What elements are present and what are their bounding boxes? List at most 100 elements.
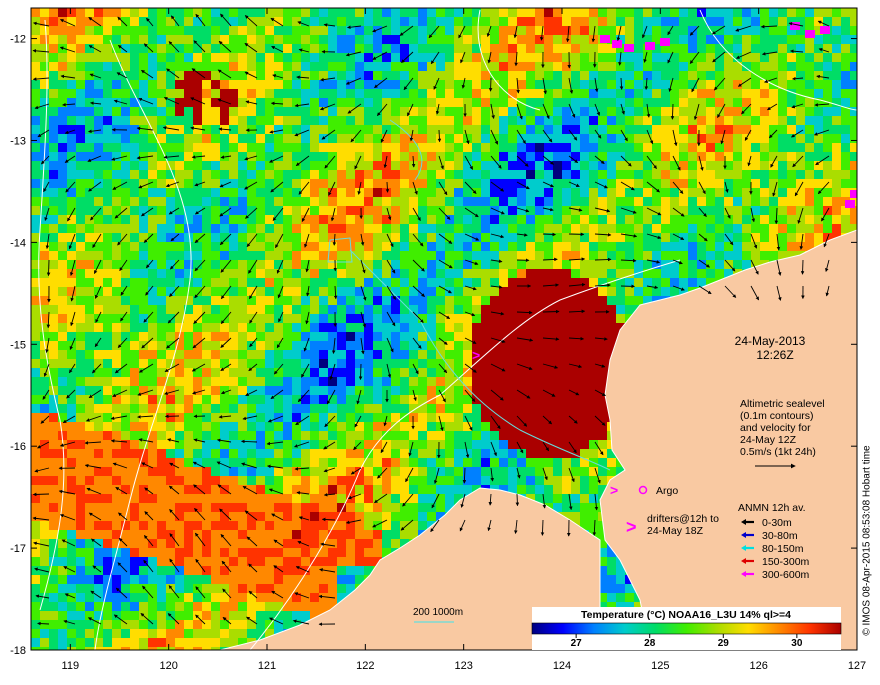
- sst-pixel: [256, 242, 265, 251]
- sst-pixel: [355, 53, 364, 62]
- sst-pixel: [625, 8, 634, 17]
- sst-pixel: [220, 53, 229, 62]
- sst-pixel: [679, 17, 688, 26]
- sst-pixel: [301, 62, 310, 71]
- sst-pixel: [553, 305, 562, 314]
- sst-pixel: [121, 215, 130, 224]
- sst-pixel: [787, 215, 796, 224]
- sst-pixel: [238, 386, 247, 395]
- sst-pixel: [535, 188, 544, 197]
- sst-pixel: [382, 287, 391, 296]
- sst-pixel: [850, 170, 857, 179]
- sst-pixel: [544, 458, 553, 467]
- sst-pixel: [238, 80, 247, 89]
- sst-pixel: [283, 467, 292, 476]
- sst-pixel: [94, 404, 103, 413]
- sst-pixel: [688, 8, 697, 17]
- sst-pixel: [355, 44, 364, 53]
- sst-pixel: [688, 215, 697, 224]
- sst-pixel: [688, 170, 697, 179]
- sst-pixel: [238, 359, 247, 368]
- sst-pixel: [787, 170, 796, 179]
- sst-pixel: [427, 485, 436, 494]
- sst-pixel: [508, 413, 517, 422]
- sst-pixel: [121, 233, 130, 242]
- sst-pixel: [571, 143, 580, 152]
- sst-pixel: [337, 422, 346, 431]
- sst-pixel: [364, 413, 373, 422]
- sst-pixel: [760, 17, 769, 26]
- sst-pixel: [373, 413, 382, 422]
- sst-pixel: [139, 251, 148, 260]
- sst-pixel: [499, 251, 508, 260]
- sst-pixel: [517, 377, 526, 386]
- sst-pixel: [643, 8, 652, 17]
- sst-pixel: [535, 314, 544, 323]
- sst-pixel: [166, 476, 175, 485]
- sst-pixel: [139, 476, 148, 485]
- sst-pixel: [184, 179, 193, 188]
- sst-pixel: [103, 134, 112, 143]
- sst-pixel: [607, 206, 616, 215]
- sst-pixel: [364, 476, 373, 485]
- sst-pixel: [742, 224, 751, 233]
- sst-pixel: [418, 71, 427, 80]
- sst-pixel: [679, 107, 688, 116]
- sst-pixel: [202, 26, 211, 35]
- sst-pixel: [184, 107, 193, 116]
- sst-pixel: [355, 368, 364, 377]
- sst-pixel: [40, 224, 49, 233]
- sst-pixel: [166, 431, 175, 440]
- sst-pixel: [238, 179, 247, 188]
- sst-pixel: [643, 260, 652, 269]
- sst-pixel: [247, 89, 256, 98]
- sst-pixel: [463, 224, 472, 233]
- sst-pixel: [85, 278, 94, 287]
- sst-pixel: [175, 458, 184, 467]
- sst-pixel: [193, 35, 202, 44]
- sst-pixel: [571, 422, 580, 431]
- sst-pixel: [220, 80, 229, 89]
- sst-pixel: [121, 269, 130, 278]
- sst-pixel: [229, 215, 238, 224]
- sst-pixel: [805, 125, 814, 134]
- sst-pixel: [274, 440, 283, 449]
- sst-pixel: [733, 71, 742, 80]
- sst-pixel: [139, 197, 148, 206]
- sst-pixel: [301, 476, 310, 485]
- sst-pixel: [319, 431, 328, 440]
- sst-pixel: [49, 215, 58, 224]
- sst-pixel: [310, 35, 319, 44]
- sst-pixel: [589, 350, 598, 359]
- sst-pixel: [625, 143, 634, 152]
- sst-pixel: [112, 224, 121, 233]
- sst-pixel: [337, 107, 346, 116]
- sst-pixel: [256, 269, 265, 278]
- sst-pixel: [121, 260, 130, 269]
- sst-pixel: [121, 161, 130, 170]
- sst-pixel: [652, 170, 661, 179]
- sst-pixel: [409, 476, 418, 485]
- sst-pixel: [643, 179, 652, 188]
- sst-pixel: [346, 305, 355, 314]
- sst-pixel: [634, 44, 643, 53]
- sst-pixel: [418, 125, 427, 134]
- sst-pixel: [436, 179, 445, 188]
- sst-pixel: [310, 71, 319, 80]
- sst-pixel: [355, 80, 364, 89]
- sst-pixel: [508, 53, 517, 62]
- sst-pixel: [112, 287, 121, 296]
- sst-pixel: [508, 134, 517, 143]
- sst-pixel: [94, 377, 103, 386]
- sst-pixel: [841, 116, 850, 125]
- sst-pixel: [580, 485, 589, 494]
- sst-pixel: [544, 8, 553, 17]
- sst-pixel: [58, 269, 67, 278]
- sst-pixel: [679, 251, 688, 260]
- sst-pixel: [49, 485, 58, 494]
- sst-pixel: [508, 278, 517, 287]
- sst-pixel: [220, 26, 229, 35]
- sst-pixel: [544, 332, 553, 341]
- sst-pixel: [724, 80, 733, 89]
- sst-pixel: [121, 143, 130, 152]
